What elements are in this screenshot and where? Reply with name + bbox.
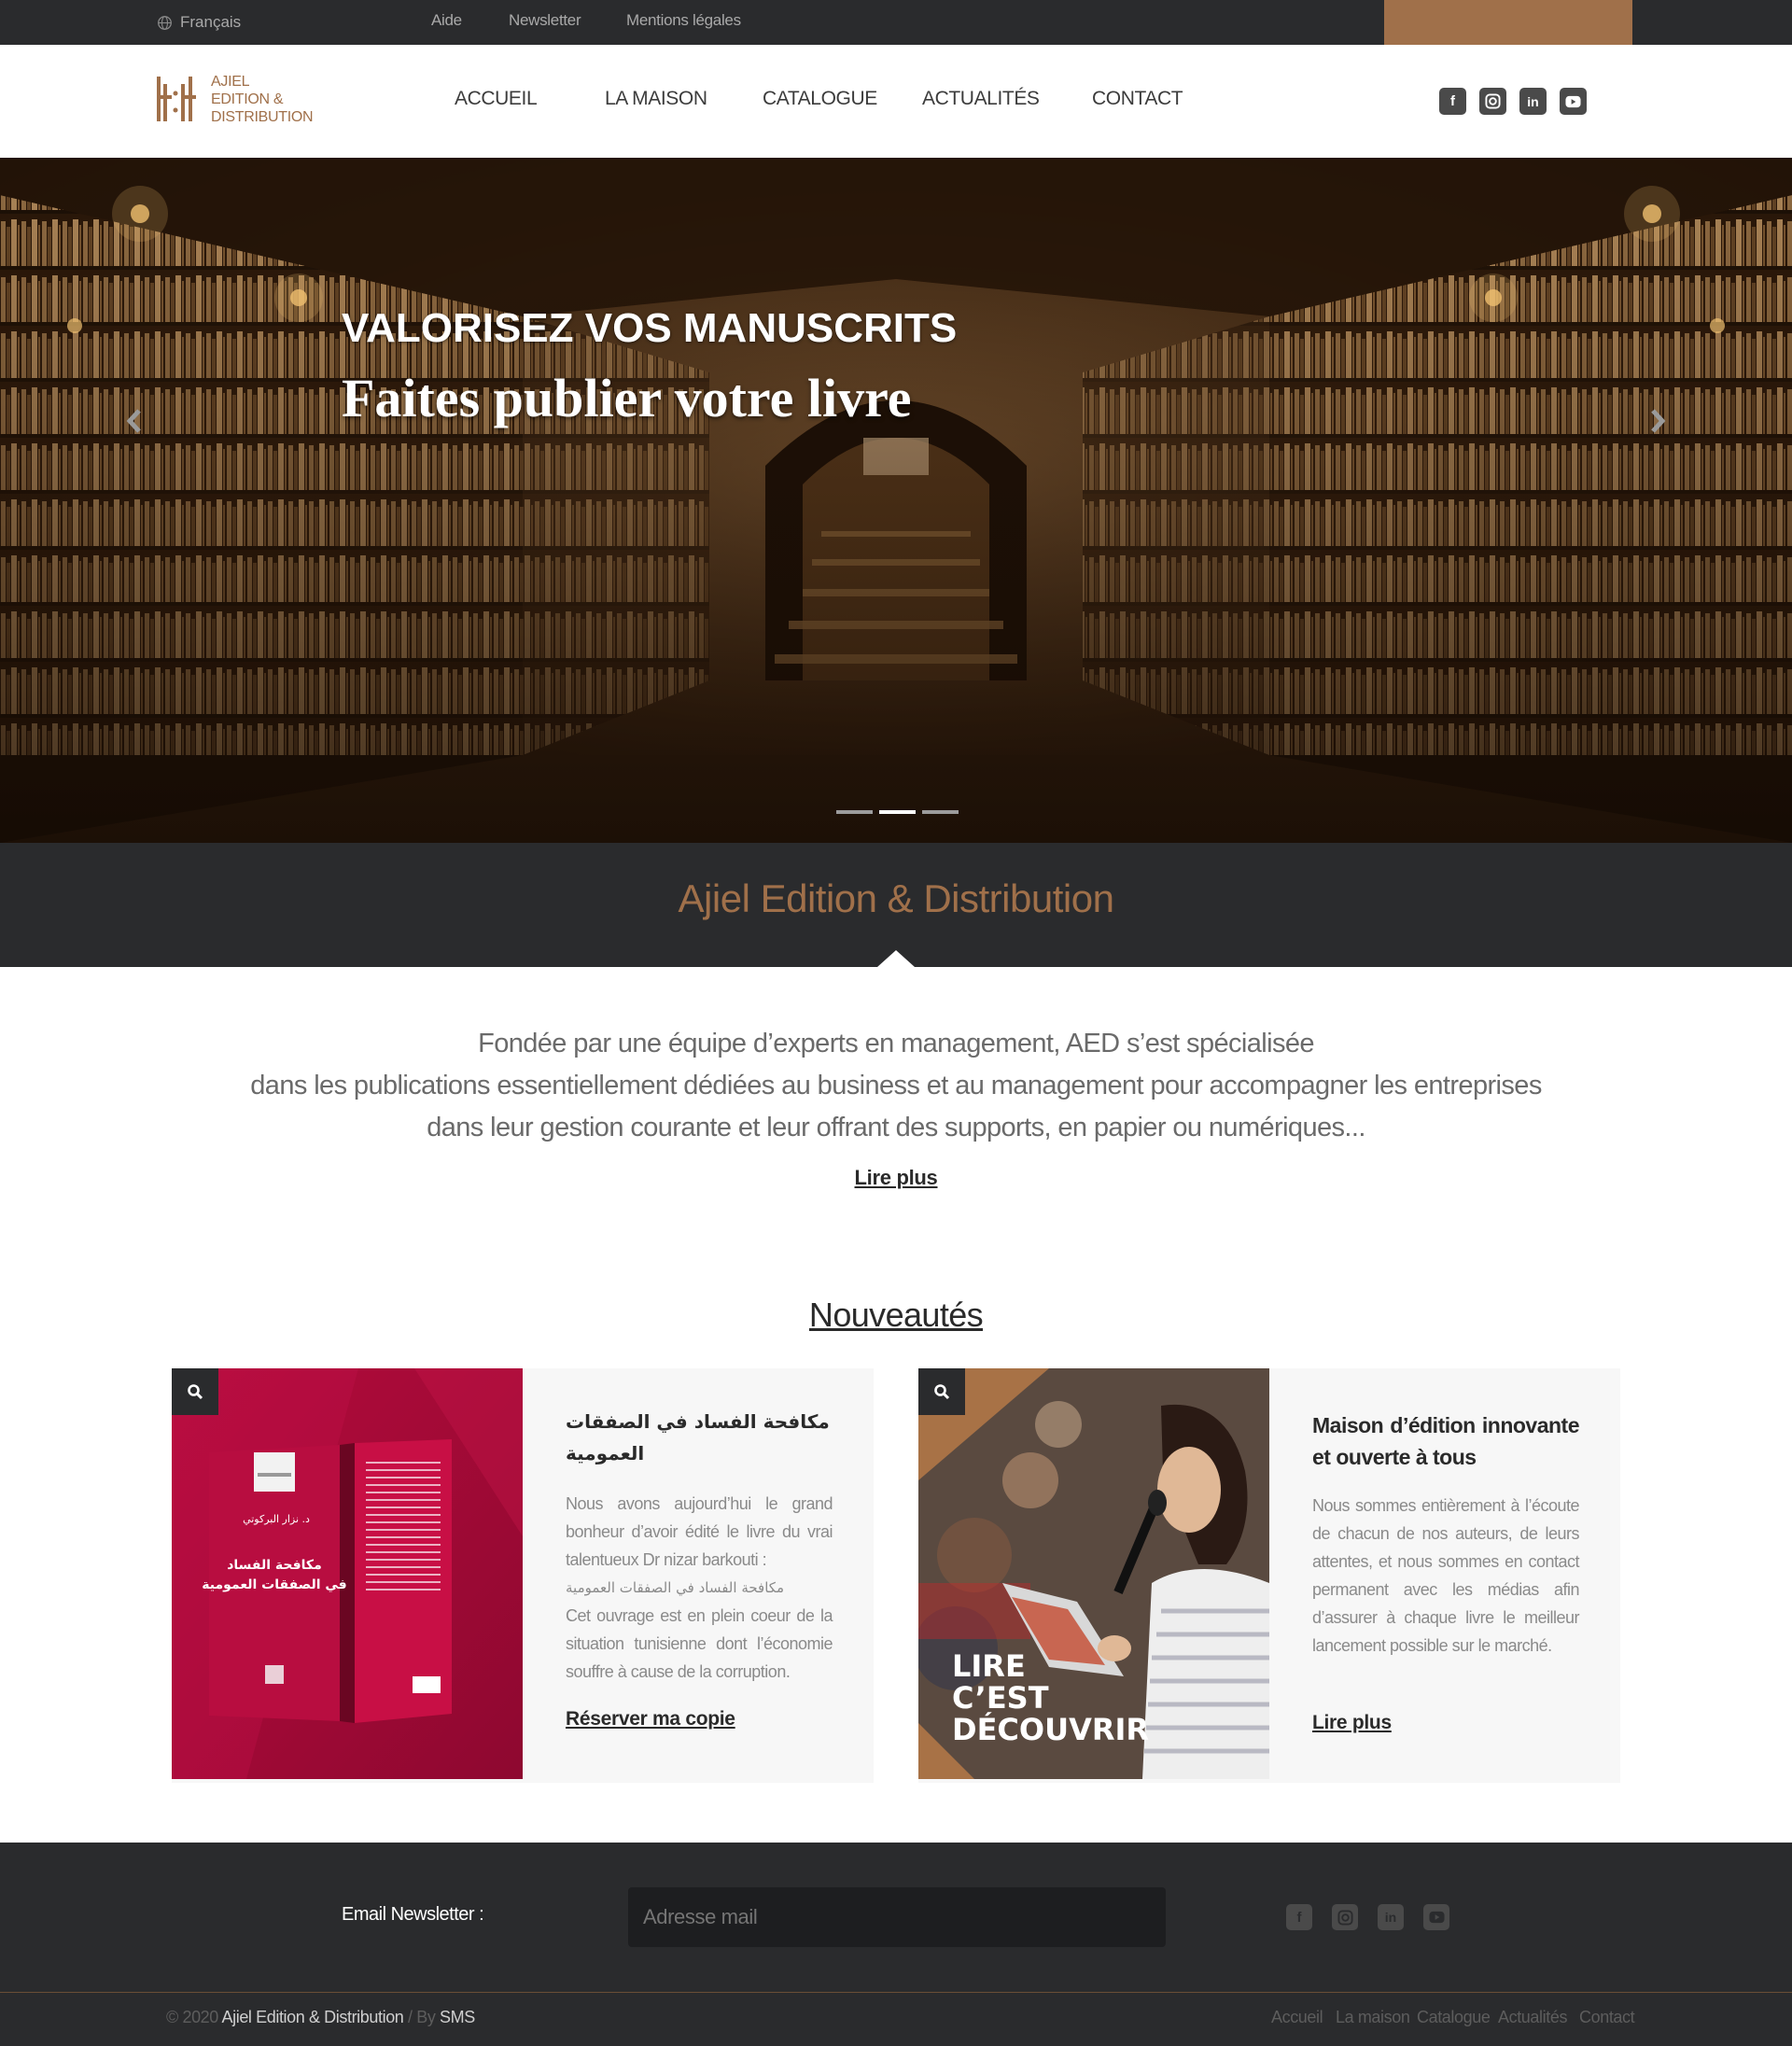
linkedin-icon[interactable]: in <box>1519 88 1547 115</box>
slider-indicators <box>836 810 959 814</box>
news-card-1-body: مكافحة الفساد في الصفقات العمومية Nous a… <box>566 1406 833 1686</box>
header-social-links: f in <box>1439 88 1587 115</box>
slider-dot-1[interactable] <box>836 810 873 814</box>
about-read-more-link[interactable]: Lire plus <box>855 1156 938 1198</box>
slider-prev-arrow[interactable] <box>120 402 148 440</box>
nav-catalogue[interactable]: CATALOGUE <box>763 88 877 110</box>
footer-bottom-bar: © 2020 Ajiel Edition & Distribution / By… <box>0 1992 1792 2046</box>
search-icon <box>934 1384 950 1400</box>
copyright-brand[interactable]: Ajiel Edition & Distribution <box>222 2008 404 2026</box>
logo-text: AJIEL EDITION & DISTRIBUTION <box>211 73 314 125</box>
nav-actualites[interactable]: ACTUALITÉS <box>922 88 1040 110</box>
about-line-3: dans leur gestion courante et leur offra… <box>427 1113 1365 1142</box>
reserve-copy-link[interactable]: Réserver ma copie <box>566 1708 735 1731</box>
news-card-2-body: Maison d’édition innovante et ouverte à … <box>1312 1409 1580 1660</box>
top-link-newsletter[interactable]: Newsletter <box>509 11 581 30</box>
zoom-button-card-2[interactable] <box>918 1368 965 1415</box>
main-header: AJIEL EDITION & DISTRIBUTION ACCUEIL LA … <box>0 45 1772 158</box>
band-notch <box>877 950 915 967</box>
footer-nav-accueil[interactable]: Accueil <box>1271 2008 1323 2027</box>
instagram-icon[interactable] <box>1332 1904 1358 1930</box>
chevron-left-icon <box>126 409 141 433</box>
nav-accueil[interactable]: ACCUEIL <box>455 88 538 110</box>
zoom-button-card-1[interactable] <box>172 1368 218 1415</box>
image-caption-line-2: C’EST <box>952 1680 1049 1716</box>
news-card-2-title: Maison d’édition innovante et ouverte à … <box>1312 1413 1580 1469</box>
hero-background-image <box>0 158 1792 843</box>
slider-next-arrow[interactable] <box>1644 402 1672 440</box>
about-line-1: Fondée par une équipe d’experts en manag… <box>478 1029 1314 1058</box>
youtube-icon[interactable] <box>1560 88 1587 115</box>
chevron-right-icon <box>1651 409 1666 433</box>
book-cover-author: د. نزار البركوتي <box>243 1513 310 1525</box>
copyright: © 2020 Ajiel Edition & Distribution / By… <box>166 2008 475 2026</box>
footer-nav-catalogue[interactable]: Catalogue <box>1417 2008 1491 2027</box>
news-card-1: د. نزار البركوتي مكافحة الفساد في الصفقا… <box>172 1368 874 1783</box>
top-link-aide[interactable]: Aide <box>431 11 462 30</box>
news-card-2-text: Nous sommes entièrement à l’écoute de ch… <box>1312 1496 1580 1655</box>
book-cover-title-2: في الصفقات العمومية <box>202 1577 346 1592</box>
logo-mark <box>157 77 196 121</box>
newsletter-email-input[interactable] <box>628 1887 1166 1947</box>
footer-nav-la-maison[interactable]: La maison <box>1336 2008 1410 2027</box>
topbar-accent-block <box>1384 0 1632 45</box>
language-selector[interactable]: Français <box>157 11 241 34</box>
image-caption-line-3: DÉCOUVRIR <box>952 1712 1149 1747</box>
nav-la-maison[interactable]: LA MAISON <box>605 88 707 110</box>
search-icon <box>188 1384 203 1400</box>
instagram-icon[interactable] <box>1479 88 1506 115</box>
copyright-agency[interactable]: SMS <box>440 2008 475 2026</box>
about-line-2: dans les publications essentiellement dé… <box>250 1071 1542 1100</box>
footer-nav-contact[interactable]: Contact <box>1579 2008 1635 2027</box>
hero-subtitle: Faites publier votre livre <box>342 368 912 428</box>
news-card-2-image[interactable]: LIRE C’EST DÉCOUVRIR <box>918 1368 1269 1779</box>
news-card-1-title: مكافحة الفساد في الصفقات العمومية <box>566 1410 830 1464</box>
nav-contact[interactable]: CONTACT <box>1092 88 1183 110</box>
news-card-1-text: Nous avons aujourd’hui le grand bonheur … <box>566 1494 833 1681</box>
linkedin-icon[interactable]: in <box>1378 1904 1404 1930</box>
language-label: Français <box>180 13 242 31</box>
globe-icon <box>158 15 172 30</box>
news-card-1-image[interactable]: د. نزار البركوتي مكافحة الفساد في الصفقا… <box>172 1368 523 1779</box>
band-title: Ajiel Edition & Distribution <box>678 876 1114 920</box>
hero-slider: VALORISEZ VOS MANUSCRITS Faites publier … <box>0 158 1792 843</box>
book-cover-image: د. نزار البركوتي مكافحة الفساد في الصفقا… <box>172 1368 523 1779</box>
slider-dot-3[interactable] <box>922 810 959 814</box>
footer: Email Newsletter : f in <box>0 1843 1792 1992</box>
newsletter-label: Email Newsletter : <box>342 1904 484 1925</box>
top-link-mentions-legales[interactable]: Mentions légales <box>626 11 741 30</box>
image-caption-line-1: LIRE <box>952 1648 1026 1684</box>
nouveautes-title: Nouveautés <box>808 1296 984 1334</box>
news-card-2: LIRE C’EST DÉCOUVRIR Maison d’édition in… <box>918 1368 1620 1783</box>
facebook-icon[interactable]: f <box>1439 88 1466 115</box>
intro-band: Ajiel Edition & Distribution <box>0 843 1792 967</box>
about-section: Fondée par une équipe d’experts en manag… <box>0 1023 1792 1198</box>
youtube-icon[interactable] <box>1423 1904 1449 1930</box>
logo[interactable]: AJIEL EDITION & DISTRIBUTION <box>155 71 323 127</box>
reading-woman-image: LIRE C’EST DÉCOUVRIR <box>918 1368 1269 1779</box>
top-bar: Français Aide Newsletter Mentions légale… <box>0 0 1792 45</box>
book-cover-title-1: مكافحة الفساد <box>227 1558 322 1573</box>
slider-dot-2[interactable] <box>879 810 916 814</box>
facebook-icon[interactable]: f <box>1286 1904 1312 1930</box>
card-2-read-more-link[interactable]: Lire plus <box>1312 1712 1392 1734</box>
footer-nav-actualites[interactable]: Actualités <box>1498 2008 1567 2027</box>
hero-title: VALORISEZ VOS MANUSCRITS <box>342 305 958 351</box>
footer-social-links: f in <box>1286 1904 1449 1930</box>
